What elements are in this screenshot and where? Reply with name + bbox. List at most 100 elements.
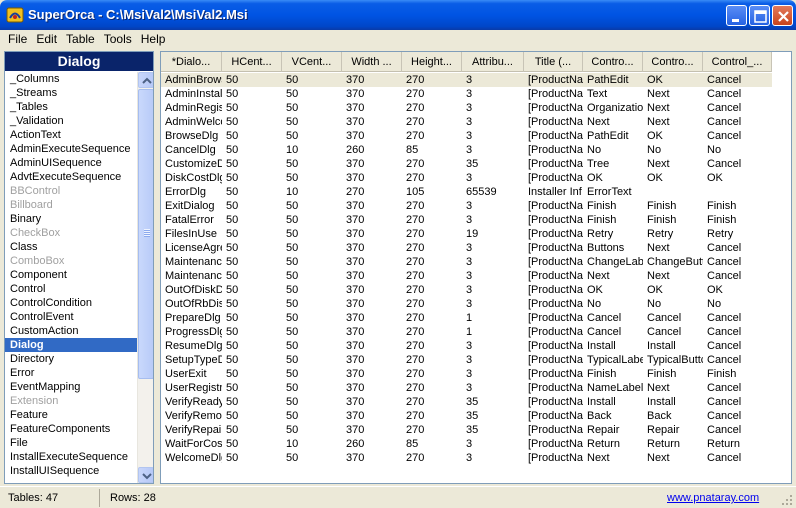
menu-tools[interactable]: Tools: [100, 30, 137, 49]
cell-height[interactable]: 270: [402, 409, 462, 423]
cell-title[interactable]: Installer Inf: [524, 185, 583, 199]
cell-control-first[interactable]: Organization: [583, 101, 643, 115]
cell-vcentering[interactable]: 50: [282, 283, 342, 297]
cell-width[interactable]: 370: [342, 311, 402, 325]
table-list-item[interactable]: AdminExecuteSequence: [5, 142, 137, 156]
cell-vcentering[interactable]: 50: [282, 297, 342, 311]
table-row[interactable]: DiskCostDlg 50 50 370 270 3 [ProductNar OK OK OK: [161, 171, 772, 185]
cell-dialog[interactable]: AdminRegist: [161, 101, 222, 115]
cell-control-cancel[interactable]: No: [703, 143, 772, 157]
cell-control-cancel[interactable]: Cancel: [703, 423, 772, 437]
cell-control-first[interactable]: Finish: [583, 367, 643, 381]
cell-control-cancel[interactable]: Cancel: [703, 101, 772, 115]
cell-width[interactable]: 370: [342, 157, 402, 171]
cell-control-first[interactable]: Install: [583, 395, 643, 409]
table-row[interactable]: ErrorDlg 50 10 270 105 65539 Installer Inf Erro…: [161, 185, 772, 199]
cell-hcentering[interactable]: 50: [222, 73, 282, 87]
cell-control-cancel[interactable]: Finish: [703, 213, 772, 227]
column-header-vcentering[interactable]: VCent...: [282, 52, 342, 72]
cell-control-cancel[interactable]: Return: [703, 437, 772, 451]
cell-attributes[interactable]: 3: [462, 297, 524, 311]
cell-height[interactable]: 270: [402, 381, 462, 395]
table-row[interactable]: Maintenanc 50 50 370 270 3 [ProductNar Next Next…: [161, 269, 772, 283]
cell-title[interactable]: [ProductNar: [524, 73, 583, 87]
table-list-item[interactable]: Extension: [5, 394, 137, 408]
cell-control-default[interactable]: ChangeButt: [643, 255, 703, 269]
cell-dialog[interactable]: ErrorDlg: [161, 185, 222, 199]
cell-vcentering[interactable]: 50: [282, 381, 342, 395]
cell-height[interactable]: 270: [402, 367, 462, 381]
table-list-item[interactable]: _Columns: [5, 72, 137, 86]
cell-attributes[interactable]: 35: [462, 157, 524, 171]
menu-table[interactable]: Table: [62, 30, 100, 49]
cell-attributes[interactable]: 3: [462, 353, 524, 367]
column-header-control-default[interactable]: Contro...: [643, 52, 703, 72]
cell-dialog[interactable]: OutOfDiskD: [161, 283, 222, 297]
table-list-item[interactable]: ControlCondition: [5, 296, 137, 310]
cell-vcentering[interactable]: 50: [282, 311, 342, 325]
cell-control-default[interactable]: TypicalButtc: [643, 353, 703, 367]
cell-control-default[interactable]: No: [643, 297, 703, 311]
cell-dialog[interactable]: WelcomeDlg: [161, 451, 222, 465]
table-list-item[interactable]: ActionText: [5, 128, 137, 142]
cell-dialog[interactable]: LicenseAgre: [161, 241, 222, 255]
cell-control-default[interactable]: Next: [643, 101, 703, 115]
scroll-up-button[interactable]: [138, 72, 153, 88]
cell-width[interactable]: 370: [342, 129, 402, 143]
cell-width[interactable]: 370: [342, 353, 402, 367]
cell-control-cancel[interactable]: Cancel: [703, 115, 772, 129]
cell-control-first[interactable]: OK: [583, 171, 643, 185]
cell-title[interactable]: [ProductNar: [524, 241, 583, 255]
cell-width[interactable]: 370: [342, 297, 402, 311]
cell-title[interactable]: [ProductNar: [524, 311, 583, 325]
cell-dialog[interactable]: FilesInUse: [161, 227, 222, 241]
maximize-button[interactable]: [749, 5, 770, 26]
cell-control-default[interactable]: Next: [643, 269, 703, 283]
cell-hcentering[interactable]: 50: [222, 241, 282, 255]
cell-width[interactable]: 370: [342, 423, 402, 437]
cell-dialog[interactable]: DiskCostDlg: [161, 171, 222, 185]
cell-control-first[interactable]: Retry: [583, 227, 643, 241]
cell-control-default[interactable]: OK: [643, 73, 703, 87]
cell-width[interactable]: 370: [342, 115, 402, 129]
cell-width[interactable]: 370: [342, 241, 402, 255]
cell-height[interactable]: 270: [402, 199, 462, 213]
cell-height[interactable]: 85: [402, 143, 462, 157]
cell-dialog[interactable]: UserRegistr: [161, 381, 222, 395]
cell-control-default[interactable]: Next: [643, 381, 703, 395]
cell-attributes[interactable]: 65539: [462, 185, 524, 199]
cell-control-default[interactable]: No: [643, 143, 703, 157]
cell-control-cancel[interactable]: Cancel: [703, 255, 772, 269]
table-list-item[interactable]: Class: [5, 240, 137, 254]
cell-vcentering[interactable]: 50: [282, 451, 342, 465]
cell-height[interactable]: 270: [402, 129, 462, 143]
cell-hcentering[interactable]: 50: [222, 325, 282, 339]
cell-control-default[interactable]: Next: [643, 241, 703, 255]
cell-control-first[interactable]: TypicalLabe: [583, 353, 643, 367]
cell-width[interactable]: 370: [342, 101, 402, 115]
cell-attributes[interactable]: 3: [462, 367, 524, 381]
menu-file[interactable]: File: [4, 30, 32, 49]
cell-vcentering[interactable]: 50: [282, 269, 342, 283]
cell-hcentering[interactable]: 50: [222, 269, 282, 283]
cell-width[interactable]: 370: [342, 409, 402, 423]
cell-vcentering[interactable]: 50: [282, 157, 342, 171]
table-row[interactable]: ProgressDlg 50 50 370 270 1 [ProductNar Cancel C…: [161, 325, 772, 339]
cell-vcentering[interactable]: 50: [282, 339, 342, 353]
cell-control-first[interactable]: PathEdit: [583, 73, 643, 87]
cell-title[interactable]: [ProductNar: [524, 87, 583, 101]
table-row[interactable]: BrowseDlg 50 50 370 270 3 [ProductNar PathEdit O…: [161, 129, 772, 143]
cell-height[interactable]: 270: [402, 269, 462, 283]
scroll-thumb[interactable]: [138, 89, 153, 379]
cell-vcentering[interactable]: 50: [282, 199, 342, 213]
cell-hcentering[interactable]: 50: [222, 437, 282, 451]
cell-control-first[interactable]: Next: [583, 451, 643, 465]
cell-attributes[interactable]: 3: [462, 255, 524, 269]
table-list-item[interactable]: BBControl: [5, 184, 137, 198]
table-list-item[interactable]: AdminUISequence: [5, 156, 137, 170]
cell-title[interactable]: [ProductNar: [524, 395, 583, 409]
cell-control-default[interactable]: Return: [643, 437, 703, 451]
cell-title[interactable]: [ProductNar: [524, 227, 583, 241]
cell-control-cancel[interactable]: OK: [703, 171, 772, 185]
title-bar[interactable]: SuperOrca - C:\MsiVal2\MsiVal2.Msi: [0, 0, 796, 30]
